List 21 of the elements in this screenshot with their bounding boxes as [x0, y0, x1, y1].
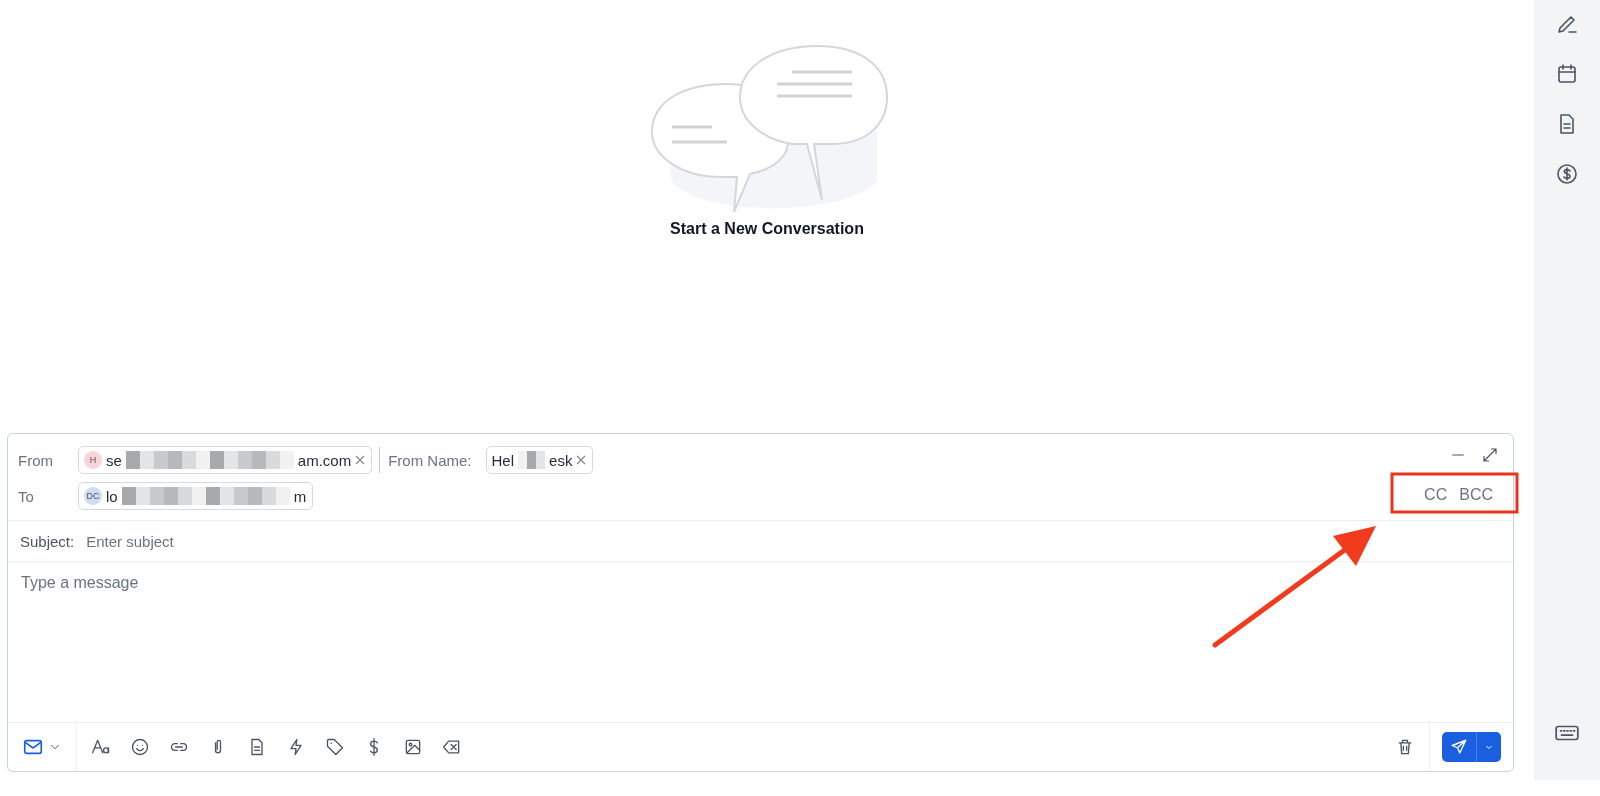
dollar-circle-icon[interactable]	[1555, 162, 1579, 186]
avatar-initials: DC	[84, 487, 102, 505]
recipient-chip[interactable]: H se am.com	[78, 446, 373, 474]
to-label: To	[18, 487, 35, 505]
compose-panel[interactable]: From H se am.com From Name: Hel esk To DC lo m CC BCC Subject: Enter subject Type a message	[7, 433, 1514, 772]
redaction-mosaic	[518, 451, 546, 469]
recipient-link[interactable]: BCC	[1459, 486, 1493, 504]
recipient-chip[interactable]: DC lo m	[78, 482, 314, 510]
recipient-link[interactable]: CC	[1424, 486, 1448, 504]
avatar-initials: H	[84, 451, 102, 469]
emoji-icon[interactable]	[130, 737, 150, 757]
from-label: From	[18, 451, 54, 469]
from-name-label: From Name:	[388, 451, 472, 469]
subject-label: Subject:	[20, 532, 75, 550]
send-icon[interactable]	[1450, 738, 1468, 756]
tag-icon[interactable]	[325, 737, 345, 757]
image-icon[interactable]	[403, 737, 423, 757]
empty-state-caption: Start a New Conversation	[670, 220, 864, 238]
calendar-icon[interactable]	[1555, 62, 1579, 86]
recipient-chip[interactable]: Hel esk	[485, 446, 594, 474]
expand-icon[interactable]	[1481, 446, 1499, 464]
